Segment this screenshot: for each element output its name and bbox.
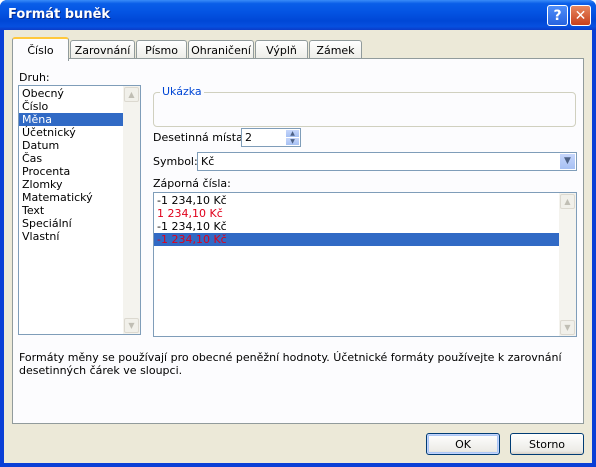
sample-label: Ukázka (160, 85, 204, 98)
decimals-value: 2 (245, 131, 252, 144)
tab-label: Číslo (27, 43, 54, 57)
negative-numbers-list[interactable]: -1 234,10 Kč 1 234,10 Kč -1 234,10 Kč -1 23… (153, 192, 577, 337)
symbol-value: Kč (201, 155, 215, 168)
category-list[interactable]: Obecný Číslo Měna Účetnický Datum Čas Procenta… (18, 85, 141, 335)
category-item[interactable]: Účetnický (19, 126, 123, 139)
category-item[interactable]: Matematický (19, 191, 123, 204)
category-label: Druh: (19, 71, 50, 84)
symbol-label: Symbol: (153, 155, 198, 168)
sample-group: Ukázka (153, 85, 576, 127)
tab-panel-cislo: Druh: Obecný Číslo Měna Účetnický Datum Čas Pr… (12, 58, 584, 424)
tab-cislo[interactable]: Číslo (12, 37, 69, 61)
negative-label: Záporná čísla: (153, 177, 231, 190)
category-scrollbar[interactable]: ▲ ▼ (123, 86, 140, 334)
cancel-button[interactable]: Storno (510, 433, 584, 455)
ok-button-label: OK (455, 437, 471, 451)
category-item[interactable]: Zlomky (19, 178, 123, 191)
scroll-down-arrow-icon[interactable]: ▼ (560, 320, 575, 335)
tab-zamek[interactable]: Zámek (309, 40, 362, 60)
category-item[interactable]: Datum (19, 139, 123, 152)
category-item[interactable]: Text (19, 204, 123, 217)
spin-down-icon[interactable]: ▼ (285, 137, 300, 146)
tab-label: Zámek (316, 44, 355, 57)
category-item[interactable]: Čas (19, 152, 123, 165)
dialog-window: Formát buněk ? ✕ Číslo Zarovnání Písmo O… (0, 0, 596, 467)
negative-format-item[interactable]: -1 234,10 Kč (154, 220, 559, 233)
category-item[interactable]: Procenta (19, 165, 123, 178)
category-item[interactable]: Vlastní (19, 230, 123, 243)
negative-scrollbar[interactable]: ▲ ▼ (559, 193, 576, 336)
help-button[interactable]: ? (547, 5, 568, 26)
negative-format-item[interactable]: -1 234,10 Kč (154, 233, 559, 246)
scroll-down-arrow-icon[interactable]: ▼ (124, 318, 139, 333)
cancel-button-label: Storno (528, 437, 566, 451)
category-item[interactable]: Číslo (19, 100, 123, 113)
symbol-dropdown[interactable]: Kč ▼ (197, 152, 577, 171)
tab-zarovnani[interactable]: Zarovnání (70, 40, 135, 60)
format-description: Formáty měny se používají pro obecné pen… (19, 351, 562, 377)
negative-format-item[interactable]: 1 234,10 Kč (154, 207, 559, 220)
ok-button[interactable]: OK (426, 433, 500, 455)
question-mark-icon: ? (553, 7, 562, 24)
category-items: Obecný Číslo Měna Účetnický Datum Čas Procenta… (19, 87, 123, 243)
dialog-client-area: Číslo Zarovnání Písmo Ohraničení Výplň Z… (4, 30, 592, 463)
tab-pismo[interactable]: Písmo (136, 40, 187, 60)
tab-vypln[interactable]: Výplň (255, 40, 308, 60)
close-button[interactable]: ✕ (570, 5, 591, 26)
negative-format-item[interactable]: -1 234,10 Kč (154, 194, 559, 207)
tab-label: Písmo (145, 44, 178, 57)
scroll-up-arrow-icon[interactable]: ▲ (560, 194, 575, 209)
category-item[interactable]: Měna (19, 113, 123, 126)
decimals-label: Desetinná místa: (153, 131, 247, 144)
tab-ohraniceni[interactable]: Ohraničení (188, 40, 254, 60)
decimals-spinner[interactable]: 2 ▲ ▼ (241, 128, 301, 147)
category-item[interactable]: Speciální (19, 217, 123, 230)
chevron-down-icon[interactable]: ▼ (559, 153, 576, 170)
tab-label: Zarovnání (74, 44, 131, 57)
window-title: Formát buněk (8, 7, 111, 22)
tab-label: Ohraničení (191, 44, 251, 57)
category-item[interactable]: Obecný (19, 87, 123, 100)
close-icon: ✕ (574, 7, 587, 24)
spinner-buttons: ▲ ▼ (285, 129, 300, 146)
title-bar[interactable]: Formát buněk ? ✕ (0, 0, 596, 30)
tab-label: Výplň (266, 44, 297, 57)
scroll-up-arrow-icon[interactable]: ▲ (124, 87, 139, 102)
negative-items: -1 234,10 Kč 1 234,10 Kč -1 234,10 Kč -1 23… (154, 194, 559, 246)
